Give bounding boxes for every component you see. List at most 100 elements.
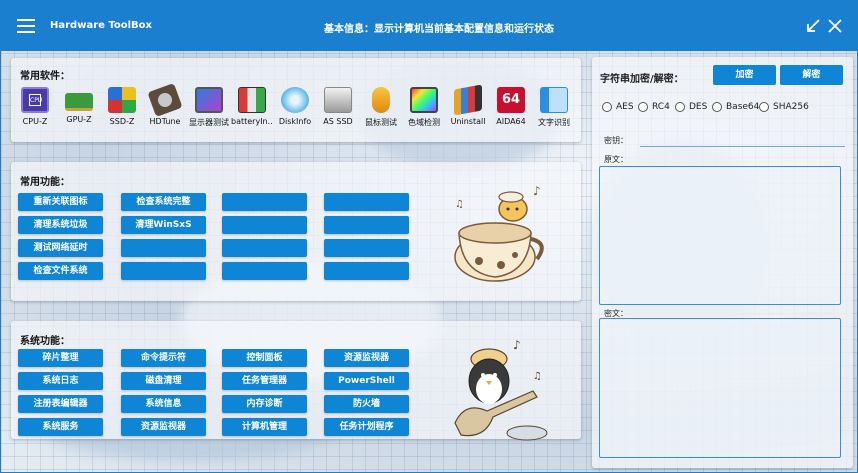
functions-button[interactable]: 检查系统完整 bbox=[121, 193, 206, 211]
software-diskinfo[interactable]: DiskInfo bbox=[274, 87, 316, 126]
system-button[interactable]: 碎片整理 bbox=[18, 349, 103, 367]
software-monitor-test[interactable]: 显示器测试 bbox=[188, 87, 230, 128]
system-button[interactable]: 磁盘清理 bbox=[121, 372, 206, 390]
software-color-gamut[interactable]: 色域检测 bbox=[403, 87, 445, 128]
software-gpu-z[interactable]: GPU-Z bbox=[58, 87, 100, 124]
svg-text:♪: ♪ bbox=[533, 184, 541, 198]
battery-icon bbox=[238, 87, 266, 113]
radio-dot[interactable] bbox=[602, 102, 612, 112]
system-button[interactable]: PowerShell bbox=[324, 372, 409, 390]
as-ssd-icon bbox=[324, 87, 352, 113]
algorithm-radio-base64[interactable]: Base64 bbox=[712, 102, 759, 112]
app-window: Hardware ToolBox 基本信息：显示计算机当前基本配置信息和运行状态… bbox=[0, 0, 858, 473]
functions-section-label: 常用功能： bbox=[20, 177, 70, 188]
software-label: 文字识别 bbox=[538, 118, 570, 127]
software-label: 显示器测试 bbox=[189, 118, 229, 127]
hamburger-menu-icon[interactable] bbox=[17, 19, 35, 33]
functions-button[interactable]: 测试网络延时 bbox=[18, 239, 103, 257]
software-aida64[interactable]: 64 AIDA64 bbox=[490, 87, 532, 126]
functions-button[interactable]: 重新关联图标 bbox=[18, 193, 103, 211]
system-button[interactable]: 资源监视器 bbox=[121, 418, 206, 436]
functions-empty-button[interactable] bbox=[222, 239, 307, 257]
algorithm-radio-aes[interactable]: AES bbox=[602, 102, 634, 112]
algorithm-radio-sha256[interactable]: SHA256 bbox=[759, 102, 809, 112]
software-label: GPU-Z bbox=[66, 115, 92, 124]
functions-empty-button[interactable] bbox=[324, 262, 409, 280]
plaintext-textarea[interactable] bbox=[599, 166, 841, 305]
svg-text:♪: ♪ bbox=[513, 338, 521, 352]
software-hdtune[interactable]: HDTune bbox=[144, 82, 186, 126]
plaintext-label: 原文： bbox=[604, 155, 628, 164]
software-label: AIDA64 bbox=[496, 117, 526, 126]
decrypt-button[interactable]: 解密 bbox=[780, 65, 843, 85]
functions-button[interactable]: 检查文件系统 bbox=[18, 262, 103, 280]
system-button[interactable]: 系统服务 bbox=[18, 418, 103, 436]
key-underline bbox=[640, 146, 845, 147]
key-input[interactable] bbox=[640, 133, 845, 147]
functions-empty-button[interactable] bbox=[222, 216, 307, 234]
software-uninstall[interactable]: Uninstall bbox=[447, 84, 489, 126]
radio-label: RC4 bbox=[652, 102, 670, 112]
system-button[interactable]: 任务管理器 bbox=[222, 372, 307, 390]
encrypt-button[interactable]: 加密 bbox=[713, 65, 776, 85]
cpu-chip-icon: CPU bbox=[21, 87, 49, 113]
system-button[interactable]: 注册表编辑器 bbox=[18, 395, 103, 413]
system-button[interactable]: 控制面板 bbox=[222, 349, 307, 367]
radio-label: AES bbox=[616, 102, 634, 112]
hard-disk-icon bbox=[147, 82, 183, 118]
title-bar: Hardware ToolBox 基本信息：显示计算机当前基本配置信息和运行状态 bbox=[1, 1, 857, 51]
software-label: DiskInfo bbox=[278, 117, 312, 126]
functions-empty-button[interactable] bbox=[222, 193, 307, 211]
software-label: AS SSD bbox=[323, 117, 353, 126]
software-mouse-test[interactable]: 鼠标测试 bbox=[360, 87, 402, 128]
functions-button[interactable]: 清理系统垃圾 bbox=[18, 216, 103, 234]
system-button[interactable]: 资源监视器 bbox=[324, 349, 409, 367]
functions-empty-button[interactable] bbox=[121, 239, 206, 257]
radio-dot[interactable] bbox=[638, 102, 648, 112]
software-section-label: 常用软件： bbox=[20, 71, 70, 82]
functions-empty-button[interactable] bbox=[222, 262, 307, 280]
system-button[interactable]: 任务计划程序 bbox=[324, 418, 409, 436]
software-label: CPU-Z bbox=[22, 117, 48, 126]
functions-empty-button[interactable] bbox=[324, 216, 409, 234]
functions-empty-button[interactable] bbox=[324, 193, 409, 211]
software-panel: 常用软件： CPU CPU-Z GPU-Z SSD-Z HDTune 显示器测试 bbox=[11, 58, 581, 142]
system-button[interactable]: 计算机管理 bbox=[222, 418, 307, 436]
close-icon[interactable] bbox=[827, 18, 843, 34]
software-label: SSD-Z bbox=[109, 117, 135, 126]
system-button[interactable]: 系统日志 bbox=[18, 372, 103, 390]
software-label: batteryIn... bbox=[231, 117, 273, 126]
radio-dot[interactable] bbox=[712, 102, 722, 112]
system-button[interactable]: 命令提示符 bbox=[121, 349, 206, 367]
system-button[interactable]: 防火墙 bbox=[324, 395, 409, 413]
color-gamut-icon bbox=[410, 87, 438, 113]
radio-label: SHA256 bbox=[773, 102, 809, 112]
uninstall-icon bbox=[454, 84, 482, 116]
software-label: HDTune bbox=[149, 117, 181, 126]
graphics-card-icon bbox=[65, 93, 93, 111]
software-ssd-z[interactable]: SSD-Z bbox=[101, 87, 143, 126]
functions-empty-button[interactable] bbox=[324, 239, 409, 257]
crypto-panel: 字符串加密/解密： 加密 解密 AES RC4 DES Base64 SHA25… bbox=[592, 57, 853, 468]
monitor-test-icon bbox=[195, 87, 223, 113]
ciphertext-textarea[interactable] bbox=[599, 318, 841, 458]
app-title: Hardware ToolBox bbox=[50, 20, 152, 31]
functions-button[interactable]: 清理WinSxS bbox=[121, 216, 206, 234]
svg-text:♫: ♫ bbox=[455, 199, 464, 210]
algorithm-radio-rc4[interactable]: RC4 bbox=[638, 102, 670, 112]
mouse-icon bbox=[372, 87, 390, 113]
software-cpu-z[interactable]: CPU CPU-Z bbox=[14, 87, 56, 126]
radio-dot[interactable] bbox=[759, 102, 769, 112]
radio-dot[interactable] bbox=[675, 102, 685, 112]
algorithm-radio-des[interactable]: DES bbox=[675, 102, 707, 112]
key-label: 密钥： bbox=[604, 136, 628, 145]
software-ocr[interactable]: 文字识别 bbox=[533, 87, 575, 128]
software-as-ssd[interactable]: AS SSD bbox=[317, 87, 359, 126]
functions-empty-button[interactable] bbox=[121, 262, 206, 280]
system-button[interactable]: 内存诊断 bbox=[222, 395, 307, 413]
software-battery-info[interactable]: batteryIn... bbox=[231, 87, 273, 126]
crypto-section-label: 字符串加密/解密： bbox=[600, 74, 684, 85]
system-button[interactable]: 系统信息 bbox=[121, 395, 206, 413]
radio-label: Base64 bbox=[726, 102, 760, 112]
minimize-arrow-icon[interactable] bbox=[805, 18, 821, 34]
